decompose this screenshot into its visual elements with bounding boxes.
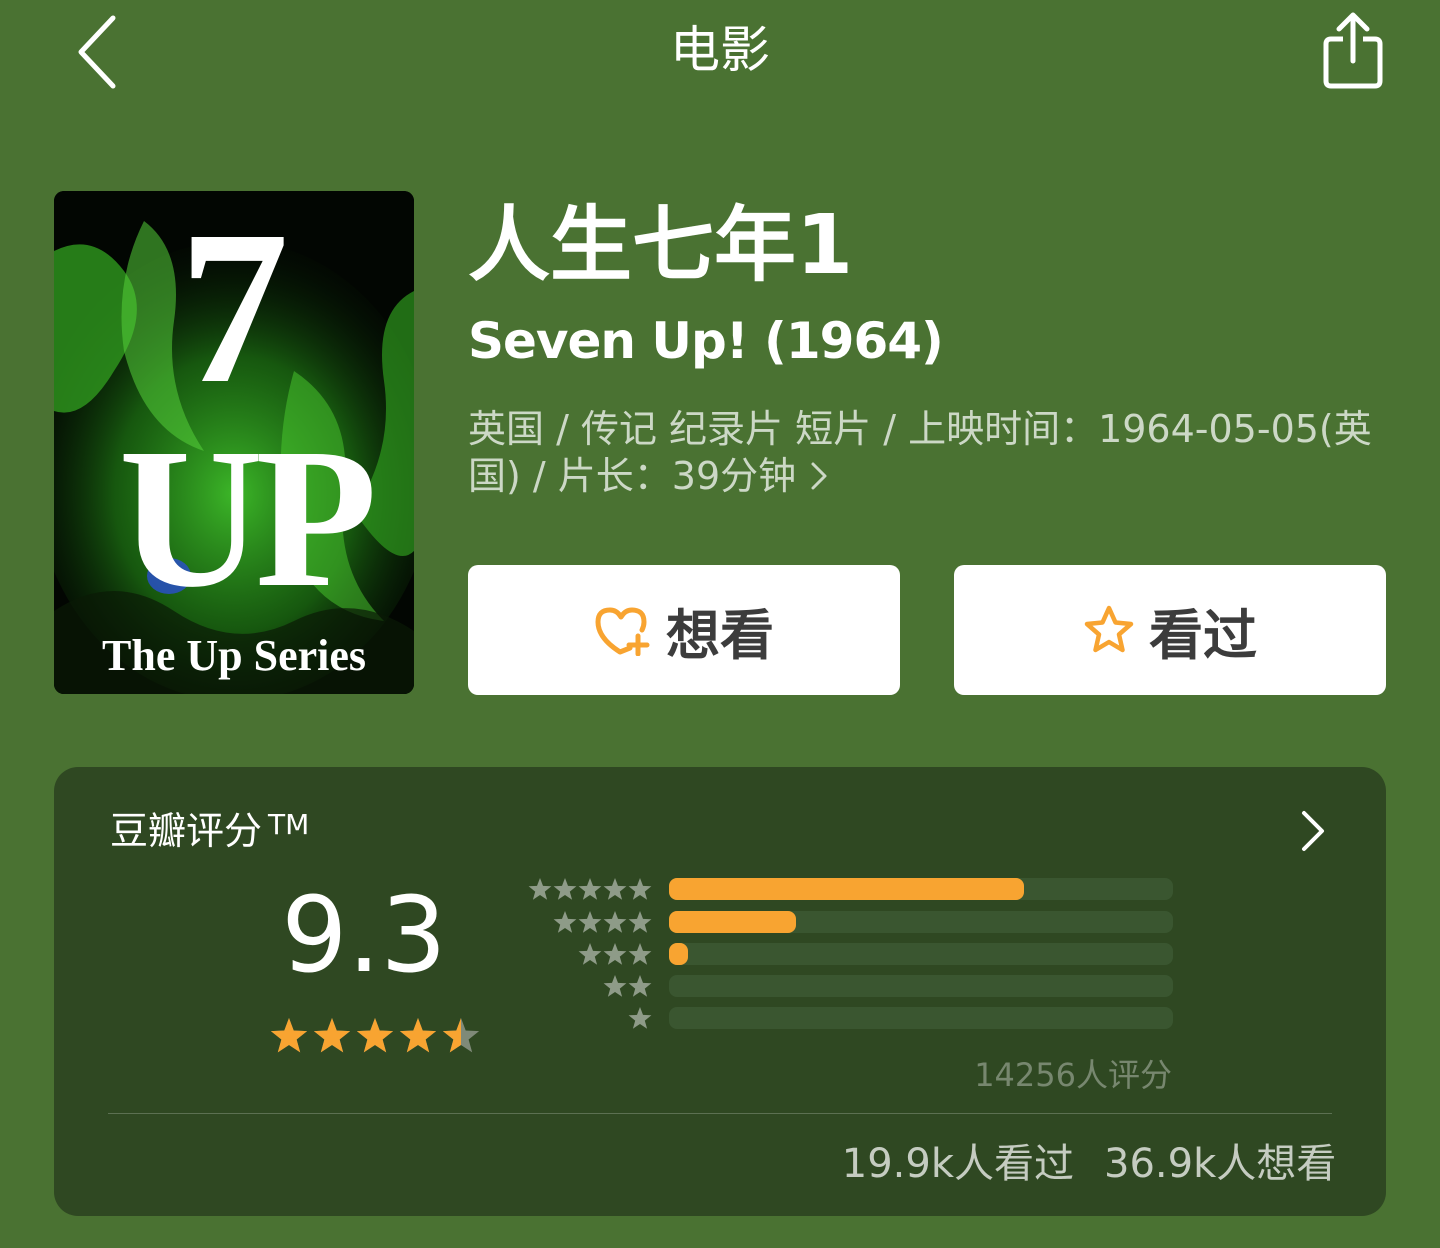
rating-stars	[270, 1018, 480, 1053]
distribution-star	[528, 878, 552, 900]
distribution-star	[603, 975, 627, 997]
seen-count[interactable]: 19.9k人看过	[794, 1139, 1074, 1189]
distribution-star	[603, 943, 627, 965]
poster-number: 7	[179, 191, 289, 429]
chevron-right-icon	[1302, 811, 1324, 851]
movie-meta[interactable]: 英国 / 传记 纪录片 短片 / 上映时间：1964-05-05(英国) / 片…	[468, 406, 1388, 500]
top-bar: 电影	[0, 0, 1440, 110]
wish-button-label: 想看	[666, 603, 774, 667]
wish-count[interactable]: 36.9k人想看	[1104, 1139, 1336, 1189]
distribution-stars-2	[603, 975, 652, 997]
distribution-star	[628, 1007, 652, 1029]
rating-count: 14256人评分	[974, 1056, 1172, 1094]
divider	[108, 1113, 1332, 1114]
rating-detail-chevron[interactable]	[1298, 807, 1328, 855]
distribution-star	[603, 911, 627, 933]
page-title: 电影	[670, 21, 770, 79]
heart-plus-icon	[595, 607, 650, 656]
distribution-stars-3	[578, 943, 652, 965]
share-icon	[1323, 12, 1383, 89]
movie-poster[interactable]: 7 UP The Up Series	[54, 191, 414, 694]
rating-star-filled	[270, 1018, 308, 1053]
rating-label-text: 豆瓣评分	[110, 809, 263, 853]
distribution-star	[628, 911, 652, 933]
distribution-star	[603, 878, 627, 900]
seen-button-label: 看过	[1149, 603, 1257, 667]
seen-button[interactable]: 看过	[954, 565, 1386, 695]
distribution-star	[578, 878, 602, 900]
poster-series: The Up Series	[102, 631, 366, 680]
distribution-stars-1	[628, 1007, 652, 1029]
distribution-stars-4	[553, 911, 652, 933]
distribution-star	[628, 975, 652, 997]
distribution-bar-3	[669, 943, 1173, 965]
distribution-bar-fill	[669, 943, 688, 965]
distribution-stars-5	[528, 878, 652, 900]
distribution-bar-fill	[669, 911, 796, 933]
distribution-star	[578, 943, 602, 965]
rating-card[interactable]: 豆瓣评分 TM 9.3 14256人评分 19.9k人看过 36.9k人想看	[54, 767, 1386, 1216]
trademark: TM	[268, 808, 310, 841]
movie-title-en: Seven Up! (1964)	[468, 312, 944, 370]
movie-title-zh: 人生七年1	[468, 198, 854, 293]
poster-word: UP	[118, 408, 378, 629]
distribution-star	[578, 911, 602, 933]
rating-star-filled	[313, 1018, 351, 1053]
distribution-star	[628, 943, 652, 965]
rating-label: 豆瓣评分 TM	[110, 807, 309, 855]
chevron-right-icon	[810, 453, 828, 500]
star-outline-icon	[1084, 605, 1134, 653]
distribution-bar-5	[669, 878, 1173, 900]
distribution-bar-4	[669, 911, 1173, 933]
movie-meta-text: 英国 / 传记 纪录片 短片 / 上映时间：1964-05-05(英国) / 片…	[468, 407, 1372, 498]
distribution-bar-2	[669, 975, 1173, 997]
distribution-star	[553, 878, 577, 900]
rating-score: 9.3	[281, 874, 447, 996]
distribution-bar-1	[669, 1007, 1173, 1029]
rating-star-filled	[399, 1018, 437, 1053]
wish-button[interactable]: 想看	[468, 565, 900, 695]
distribution-star	[628, 878, 652, 900]
share-button[interactable]	[1315, 8, 1391, 92]
distribution-star	[553, 911, 577, 933]
distribution-bar-fill	[669, 878, 1024, 900]
rating-star-filled	[356, 1018, 394, 1053]
